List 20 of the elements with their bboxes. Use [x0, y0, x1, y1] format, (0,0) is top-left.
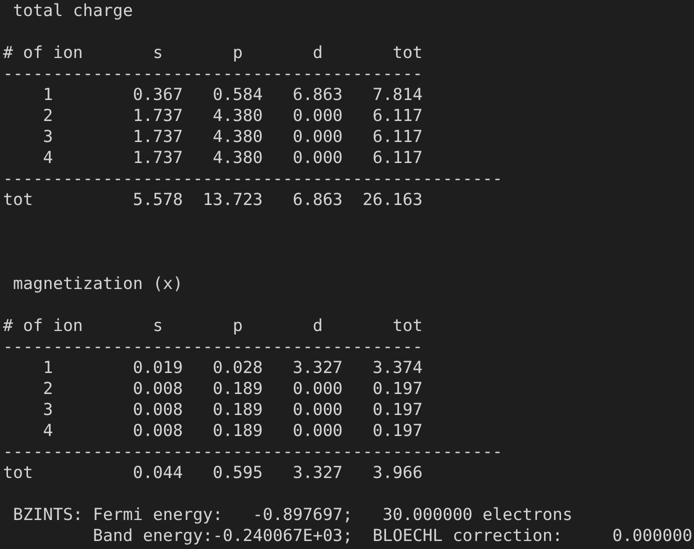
terminal-line: 4 1.737 4.380 0.000 6.117	[42, 148, 423, 167]
terminal-line: 4 0.008 0.189 0.000 0.197	[42, 421, 423, 440]
terminal-line: tot 0.044 0.595 3.327 3.966	[3, 463, 423, 482]
terminal-line: 3 1.737 4.380 0.000 6.117	[42, 127, 423, 146]
terminal-line: Band energy:-0.240067E+03; BLOECHL correction: 0.000000	[92, 526, 692, 545]
terminal-line: ------------------------------------------	[3, 64, 423, 83]
terminal-line: tot 5.578 13.723 6.863 26.163	[3, 190, 423, 209]
terminal-line: 3 0.008 0.189 0.000 0.197	[42, 400, 423, 419]
terminal-line: # of ion s p d tot	[3, 316, 423, 335]
terminal-line: magnetization (x)	[12, 274, 183, 293]
terminal-line: 1 0.367 0.584 6.863 7.814	[42, 85, 423, 104]
terminal-line: 2 1.737 4.380 0.000 6.117	[42, 106, 423, 125]
terminal-line: 2 0.008 0.189 0.000 0.197	[42, 379, 423, 398]
terminal-line: total charge	[12, 1, 133, 20]
terminal-line: ------------------------------------------	[3, 337, 423, 356]
terminal-line: # of ion s p d tot	[3, 43, 423, 62]
terminal-line: --------------------------------------------------	[3, 169, 503, 188]
terminal-line: --------------------------------------------------	[3, 442, 503, 461]
terminal-line: BZINTS: Fermi energy: -0.897697; 30.000000 electrons	[12, 505, 572, 524]
terminal-line: 1 0.019 0.028 3.327 3.374	[42, 358, 423, 377]
